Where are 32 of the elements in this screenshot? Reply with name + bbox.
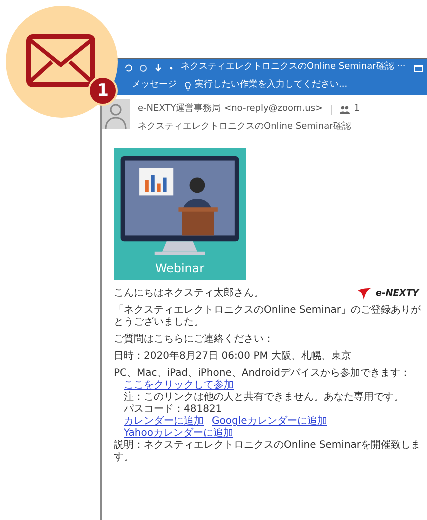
body-text: PC、Mac、iPad、iPhone、Androidデバイスから参加できます： (114, 368, 412, 380)
body-text: パスコード：481821 (124, 404, 224, 416)
body-text: 日時：2020年8月27日 06:00 PM 大阪、札幌、東京 (114, 351, 353, 363)
lightbulb-icon (185, 82, 191, 90)
body-text: 説明：ネクスティエレクトロニクスのOnline Seminarを開催致します。 (114, 440, 422, 464)
people-icon (340, 106, 350, 114)
notification-badge: 1 (88, 76, 118, 106)
circle-icon[interactable] (140, 64, 147, 72)
down-arrow-icon[interactable] (155, 64, 162, 72)
body-text: 「ネクスティエレクトロニクスのOnline Seminar」のご登録ありがとうございました。 (114, 305, 422, 329)
ribbon-tab[interactable]: メッセージ (132, 79, 177, 93)
logo-text: e-NEXTY (376, 288, 419, 300)
email-subject: ネクスティエレクトロニクスのOnline Seminar確認 (138, 120, 352, 134)
link[interactable]: ここをクリックして参加 (124, 380, 234, 392)
body-text: ご質問はこちらにご連絡ください： (114, 334, 275, 346)
tell-me-field[interactable]: 実行したい作業を入力してください... (185, 79, 395, 93)
sender-name: e-NEXTY運営事務局 <no-reply@zoom.us> (138, 103, 324, 116)
logo-icon (358, 288, 372, 300)
link[interactable]: Yahooカレンダーに追加 (124, 428, 234, 440)
recipients-button[interactable]: 1 (340, 103, 360, 116)
body-text: 注：このリンクは他の人と共有できません。あなた専用です。 (124, 392, 405, 404)
envelope-icon (26, 34, 96, 88)
greeting-text: こんにちはネクスティ太郎さん。 (114, 288, 264, 300)
avatar-icon (102, 99, 130, 129)
link[interactable]: カレンダーに追加 (124, 416, 204, 428)
link[interactable]: Googleカレンダーに追加 (212, 416, 328, 428)
window-title: ネクスティエレクトロニクスのOnline Seminar確認 ··· (181, 61, 406, 74)
webinar-banner-drawing: Webinar (114, 148, 246, 280)
dot-icon (170, 66, 173, 70)
ribbon-display-icon[interactable] (414, 64, 423, 72)
undo-icon[interactable] (124, 64, 132, 72)
recipient-count: 1 (354, 103, 360, 116)
